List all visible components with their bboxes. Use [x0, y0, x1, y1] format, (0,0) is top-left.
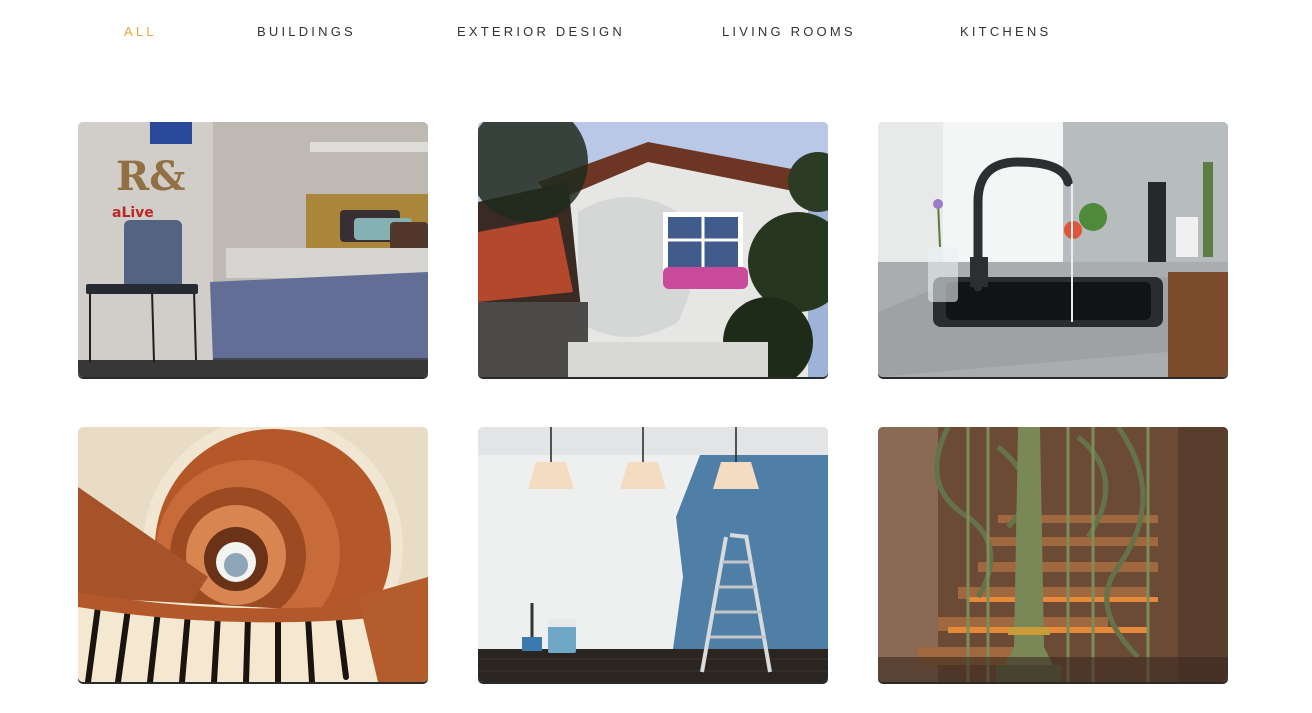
green-iron-staircase-photo	[878, 427, 1228, 682]
gallery-item-bedroom[interactable]: R& aLive	[78, 122, 428, 377]
painted-wall-ladder-photo	[478, 427, 828, 682]
gallery-item-spiral-staircase[interactable]	[78, 427, 428, 682]
bedroom-photo: R& aLive	[78, 122, 428, 377]
filter-exterior-design[interactable]: EXTERIOR DESIGN	[457, 24, 625, 39]
gallery-item-kitchen-sink[interactable]	[878, 122, 1228, 377]
gallery-item-building-facade[interactable]	[478, 122, 828, 377]
gallery-item-iron-staircase[interactable]	[878, 427, 1228, 682]
filter-living-rooms[interactable]: LIVING ROOMS	[722, 24, 856, 39]
kitchen-sink-faucet-photo	[878, 122, 1228, 377]
filter-kitchens[interactable]: KITCHENS	[960, 24, 1051, 39]
filter-buildings[interactable]: BUILDINGS	[257, 24, 356, 39]
portfolio-filter-nav: ALL BUILDINGS EXTERIOR DESIGN LIVING ROO…	[0, 24, 1312, 40]
filter-all[interactable]: ALL	[124, 24, 157, 39]
spiral-staircase-photo	[78, 427, 428, 682]
gallery-item-painted-wall[interactable]	[478, 427, 828, 682]
ornate-building-facade-photo	[478, 122, 828, 377]
